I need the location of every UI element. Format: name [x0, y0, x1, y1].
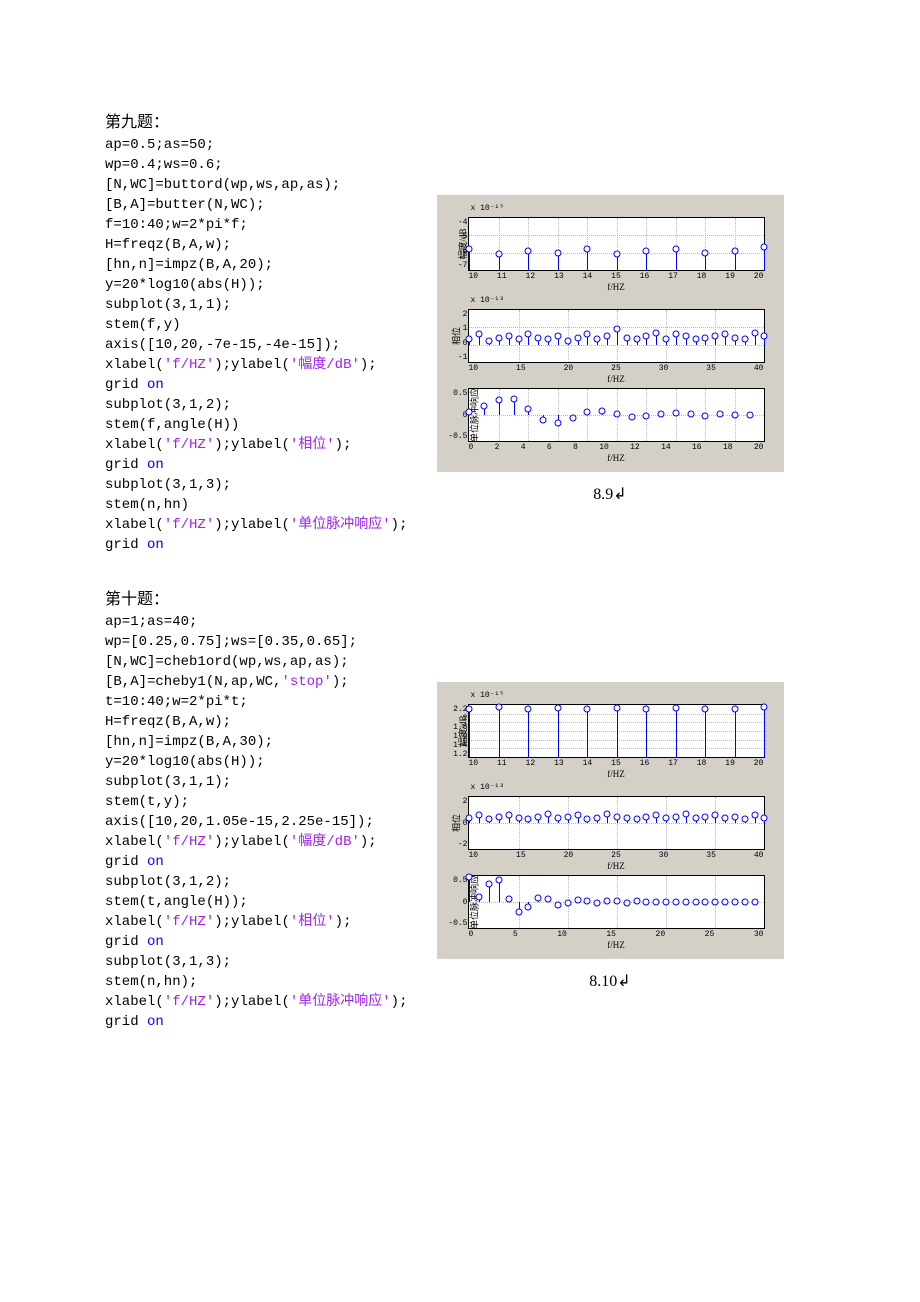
code-line: stem(t,y); — [105, 792, 407, 812]
code-line: [N,WC]=buttord(wp,ws,ap,as); — [105, 175, 407, 195]
x-axis-label: f/HZ — [468, 374, 763, 384]
document-page: 第九题： ap=0.5;as=50;wp=0.4;ws=0.6;[N,WC]=b… — [0, 0, 920, 1132]
code-line: subplot(3,1,2); — [105, 395, 407, 415]
figure-caption-810: 8.10↲ — [437, 971, 782, 991]
problem-10-figure: x 10⁻¹⁵ 幅度/dB2.221.81.61.41.2101112131415… — [437, 682, 782, 991]
code-line: subplot(3,1,3); — [105, 475, 407, 495]
code-line: grid on — [105, 852, 407, 872]
chart-axes: 相位20-2 — [468, 796, 765, 850]
code-line: grid on — [105, 932, 407, 952]
code-line: t=10:40;w=2*pi*t; — [105, 692, 407, 712]
code-line: stem(n,hn) — [105, 495, 407, 515]
code-line: xlabel('f/HZ');ylabel('单位脉冲响应'); — [105, 992, 407, 1012]
code-line: ap=0.5;as=50; — [105, 135, 407, 155]
y-ticks: -4-5-6-7 — [451, 218, 467, 270]
problem-9-section: 第九题： ap=0.5;as=50;wp=0.4;ws=0.6;[N,WC]=b… — [105, 108, 820, 555]
code-line: ap=1;as=40; — [105, 612, 407, 632]
code-line: xlabel('f/HZ');ylabel('幅度/dB'); — [105, 355, 407, 375]
figure-panel-810: x 10⁻¹⁵ 幅度/dB2.221.81.61.41.2101112131415… — [437, 682, 784, 959]
code-line: xlabel('f/HZ');ylabel('相位'); — [105, 435, 407, 455]
code-line: [hn,n]=impz(B,A,30); — [105, 732, 407, 752]
code-line: stem(f,angle(H)) — [105, 415, 407, 435]
y-ticks: 0.50-0.5 — [451, 876, 467, 928]
axis-exponent: x 10⁻¹³ — [470, 295, 778, 305]
chart-axes: 幅度/dB-4-5-6-7 — [468, 217, 765, 271]
code-line: wp=[0.25,0.75];ws=[0.35,0.65]; — [105, 632, 407, 652]
y-ticks: 2.221.81.61.41.2 — [451, 705, 467, 757]
code-line: grid on — [105, 455, 407, 475]
code-line: grid on — [105, 375, 407, 395]
problem-9-figure: x 10⁻¹⁵ 幅度/dB-4-5-6-710111213141516171819… — [437, 195, 782, 504]
x-axis-label: f/HZ — [468, 769, 763, 779]
x-axis-label: f/HZ — [468, 282, 763, 292]
problem-10-section: 第十题： ap=1;as=40;wp=[0.25,0.75];ws=[0.35,… — [105, 585, 820, 1032]
code-line: xlabel('f/HZ');ylabel('单位脉冲响应'); — [105, 515, 407, 535]
x-ticks: 10152025303540 — [468, 851, 763, 860]
x-axis-label: f/HZ — [468, 861, 763, 871]
chart-axes: 幅度/dB2.221.81.61.41.2 — [468, 704, 765, 758]
code-line: stem(t,angle(H)); — [105, 892, 407, 912]
x-axis-label: f/HZ — [468, 940, 763, 950]
code-line: xlabel('f/HZ');ylabel('幅度/dB'); — [105, 832, 407, 852]
code-line: [B,A]=butter(N,WC); — [105, 195, 407, 215]
chart-axes: 单位脉冲响应0.50-0.5 — [468, 875, 765, 929]
problem-9-code: ap=0.5;as=50;wp=0.4;ws=0.6;[N,WC]=buttor… — [105, 135, 407, 555]
y-ticks: 210-1 — [451, 310, 467, 362]
axis-exponent: x 10⁻¹³ — [470, 782, 778, 792]
figure-caption-89: 8.9↲ — [437, 484, 782, 504]
x-ticks: 1011121314151617181920 — [468, 759, 763, 768]
x-ticks: 10152025303540 — [468, 364, 763, 373]
chart-axes: 相位210-1 — [468, 309, 765, 363]
problem-10-code: ap=1;as=40;wp=[0.25,0.75];ws=[0.35,0.65]… — [105, 612, 407, 1032]
x-ticks: 02468101214161820 — [468, 443, 763, 452]
code-line: [hn,n]=impz(B,A,20); — [105, 255, 407, 275]
code-line: subplot(3,1,1); — [105, 295, 407, 315]
code-line: [B,A]=cheby1(N,ap,WC,'stop'); — [105, 672, 407, 692]
code-line: axis([10,20,-7e-15,-4e-15]); — [105, 335, 407, 355]
problem-9-heading: 第九题： — [105, 108, 820, 132]
chart-axes: 单位脉冲响应0.50-0.5 — [468, 388, 765, 442]
code-line: stem(f,y) — [105, 315, 407, 335]
code-line: H=freqz(B,A,w); — [105, 712, 407, 732]
axis-exponent: x 10⁻¹⁵ — [470, 690, 778, 700]
problem-10-heading: 第十题： — [105, 585, 820, 609]
x-ticks: 1011121314151617181920 — [468, 272, 763, 281]
x-ticks: 051015202530 — [468, 930, 763, 939]
y-ticks: 0.50-0.5 — [451, 389, 467, 441]
code-line: y=20*log10(abs(H)); — [105, 275, 407, 295]
code-line: grid on — [105, 1012, 407, 1032]
code-line: subplot(3,1,1); — [105, 772, 407, 792]
code-line: xlabel('f/HZ');ylabel('相位'); — [105, 912, 407, 932]
code-line: H=freqz(B,A,w); — [105, 235, 407, 255]
code-line: subplot(3,1,2); — [105, 872, 407, 892]
figure-panel-89: x 10⁻¹⁵ 幅度/dB-4-5-6-710111213141516171819… — [437, 195, 784, 472]
code-line: axis([10,20,1.05e-15,2.25e-15]); — [105, 812, 407, 832]
code-line: f=10:40;w=2*pi*f; — [105, 215, 407, 235]
code-line: stem(n,hn); — [105, 972, 407, 992]
axis-exponent: x 10⁻¹⁵ — [470, 203, 778, 213]
y-ticks: 20-2 — [451, 797, 467, 849]
code-line: y=20*log10(abs(H)); — [105, 752, 407, 772]
code-line: grid on — [105, 535, 407, 555]
code-line: wp=0.4;ws=0.6; — [105, 155, 407, 175]
code-line: subplot(3,1,3); — [105, 952, 407, 972]
x-axis-label: f/HZ — [468, 453, 763, 463]
code-line: [N,WC]=cheb1ord(wp,ws,ap,as); — [105, 652, 407, 672]
